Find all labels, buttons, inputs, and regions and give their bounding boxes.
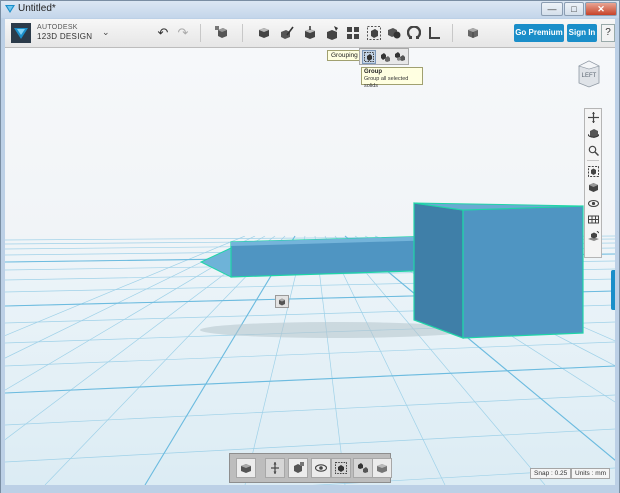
title-bar: Untitled* — □ ✕	[1, 1, 619, 18]
rod-solid[interactable]	[199, 235, 442, 278]
brand-company: AUTODESK	[37, 24, 78, 31]
ungroup-icon[interactable]	[378, 50, 392, 64]
combine-icon[interactable]	[384, 23, 404, 43]
brand-product: 123D DESIGN	[37, 32, 93, 41]
snap-icon[interactable]	[404, 23, 424, 43]
app-logo-icon	[5, 5, 15, 13]
undo-icon[interactable]: ↶	[153, 23, 173, 43]
viewcube-face-label: LEFT	[582, 73, 597, 79]
grouping-icon[interactable]	[364, 23, 384, 43]
grouping-submenu	[359, 48, 409, 65]
window-title: Untitled*	[18, 3, 56, 14]
group-tooltip: Group Group all selected solids	[361, 67, 423, 89]
ground-grid	[5, 202, 615, 485]
nav-divider	[587, 160, 599, 161]
group-tooltip-description: Group all selected solids	[364, 76, 409, 89]
units-status[interactable]: Units : mm	[571, 468, 611, 479]
primitives-icon[interactable]	[254, 23, 274, 43]
redo-icon[interactable]: ↷	[173, 23, 193, 43]
construct-icon[interactable]	[300, 23, 320, 43]
pan-icon[interactable]	[587, 111, 600, 124]
minimize-button[interactable]: —	[541, 2, 563, 16]
snap-status[interactable]: Snap : 0.25	[530, 468, 572, 479]
floating-cube-icon[interactable]	[275, 295, 289, 308]
toolbar-divider	[200, 24, 201, 42]
visibility-icon[interactable]	[587, 197, 600, 210]
fit-icon[interactable]	[587, 165, 600, 178]
orbit-icon[interactable]	[587, 127, 600, 140]
transform-icon[interactable]	[212, 23, 232, 43]
sketch-icon[interactable]	[277, 23, 297, 43]
sign-in-button[interactable]: Sign In	[567, 24, 597, 42]
cube-solid[interactable]	[413, 202, 584, 339]
material-icon[interactable]	[372, 458, 392, 478]
grouping-label-tooltip: Grouping	[327, 50, 362, 61]
app-menu-chevron-icon[interactable]: ⌄	[102, 27, 110, 38]
maximize-button[interactable]: □	[564, 2, 584, 16]
measure-icon[interactable]	[424, 23, 444, 43]
toolbar-divider	[242, 24, 243, 42]
materials-toggle-icon[interactable]	[587, 213, 600, 226]
side-panel-tab[interactable]	[611, 270, 615, 310]
group-icon[interactable]	[362, 50, 376, 64]
ungroup-all-icon[interactable]	[393, 50, 407, 64]
help-button[interactable]: ?	[601, 24, 615, 42]
modify-icon[interactable]	[322, 23, 342, 43]
group-tooltip-title: Group	[364, 69, 382, 75]
3d-viewport[interactable]: Grouping Group Group all selected solids…	[5, 48, 615, 485]
navigation-bar	[584, 108, 602, 258]
group-icon[interactable]	[331, 458, 351, 478]
window-frame-bottom	[1, 485, 619, 493]
grid-toggle-icon[interactable]	[587, 230, 600, 243]
pattern-icon[interactable]	[343, 23, 363, 43]
toolbar-divider	[452, 24, 453, 42]
transform-icon[interactable]	[288, 458, 308, 478]
viewcube[interactable]: LEFT	[577, 60, 601, 88]
go-premium-button[interactable]: Go Premium	[514, 24, 564, 42]
zoom-icon[interactable]	[587, 144, 600, 157]
move-icon[interactable]	[265, 458, 285, 478]
ungroup-icon[interactable]	[353, 458, 373, 478]
close-button[interactable]: ✕	[585, 2, 617, 16]
material-icon[interactable]	[463, 23, 483, 43]
solid-view-icon[interactable]	[236, 458, 256, 478]
brand-logo-icon	[11, 23, 31, 43]
main-toolbar: AUTODESK 123D DESIGN ⌄ ↶ ↷ Go Premium Si…	[5, 19, 615, 48]
bottom-toolbar	[229, 453, 392, 483]
view-mode-icon[interactable]	[587, 181, 600, 194]
app-window: Untitled* — □ ✕ AUTODESK 123D DESIGN ⌄ ↶…	[0, 0, 620, 493]
visibility-icon[interactable]	[311, 458, 331, 478]
